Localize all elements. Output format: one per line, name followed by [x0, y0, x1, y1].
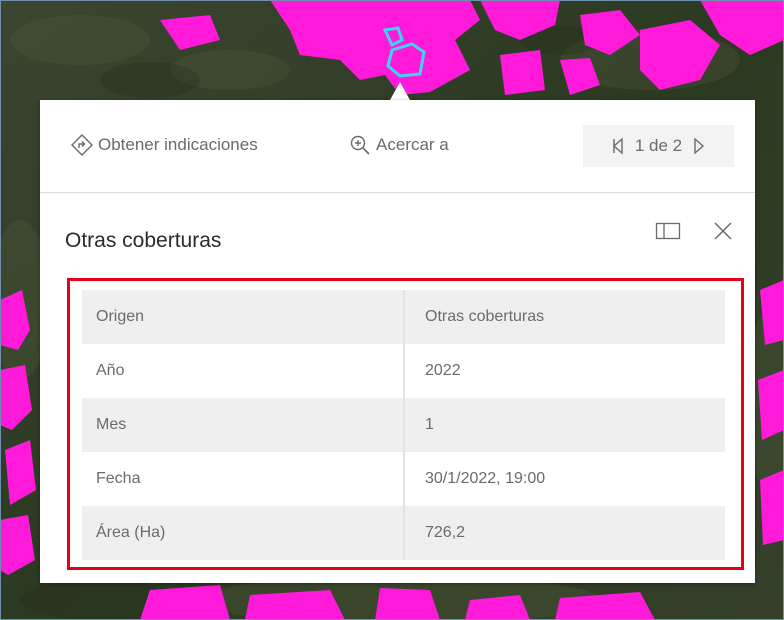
attribute-key: Año [82, 344, 405, 398]
attribute-key: Mes [82, 398, 405, 452]
get-directions-button[interactable]: Obtener indicaciones [70, 132, 258, 158]
table-row: Área (Ha) 726,2 [82, 506, 725, 560]
feature-popup: Obtener indicaciones Acercar a 1 de 2 Ot… [40, 100, 755, 583]
chevron-left-icon [612, 137, 623, 155]
dock-icon [655, 222, 681, 240]
popup-title: Otras coberturas [65, 229, 222, 252]
attribute-value: 726,2 [404, 506, 725, 560]
next-feature-button[interactable] [688, 131, 710, 161]
map-view[interactable]: Obtener indicaciones Acercar a 1 de 2 Ot… [0, 0, 784, 620]
attribute-value: 2022 [404, 344, 725, 398]
feature-pager: 1 de 2 [583, 125, 734, 167]
attribute-key: Origen [82, 290, 405, 344]
attribute-value: 30/1/2022, 19:00 [404, 452, 725, 506]
popup-pointer [390, 82, 410, 100]
attribute-value: 1 [404, 398, 725, 452]
directions-icon [71, 134, 93, 156]
table-row: Año 2022 [82, 344, 725, 398]
table-row: Fecha 30/1/2022, 19:00 [82, 452, 725, 506]
close-button[interactable] [707, 215, 739, 247]
get-directions-label: Obtener indicaciones [98, 135, 258, 154]
attribute-value: Otras coberturas [404, 290, 725, 344]
table-row: Origen Otras coberturas [82, 290, 725, 344]
chevron-right-icon [694, 137, 705, 155]
close-icon [714, 222, 732, 240]
popup-header: Otras coberturas [40, 193, 755, 263]
previous-feature-button[interactable] [607, 131, 629, 161]
zoom-in-icon [350, 135, 370, 155]
feature-count: 1 de 2 [634, 136, 683, 155]
dock-button[interactable] [652, 215, 684, 247]
zoom-to-label: Acercar a [376, 135, 449, 154]
attributes-table: Origen Otras coberturas Año 2022 Mes 1 F… [82, 290, 725, 560]
attributes-highlight-box: Origen Otras coberturas Año 2022 Mes 1 F… [67, 278, 744, 570]
attribute-key: Fecha [82, 452, 405, 506]
attribute-key: Área (Ha) [82, 506, 405, 560]
table-row: Mes 1 [82, 398, 725, 452]
popup-actions-bar: Obtener indicaciones Acercar a 1 de 2 [40, 100, 755, 193]
zoom-to-button[interactable]: Acercar a [348, 132, 449, 158]
